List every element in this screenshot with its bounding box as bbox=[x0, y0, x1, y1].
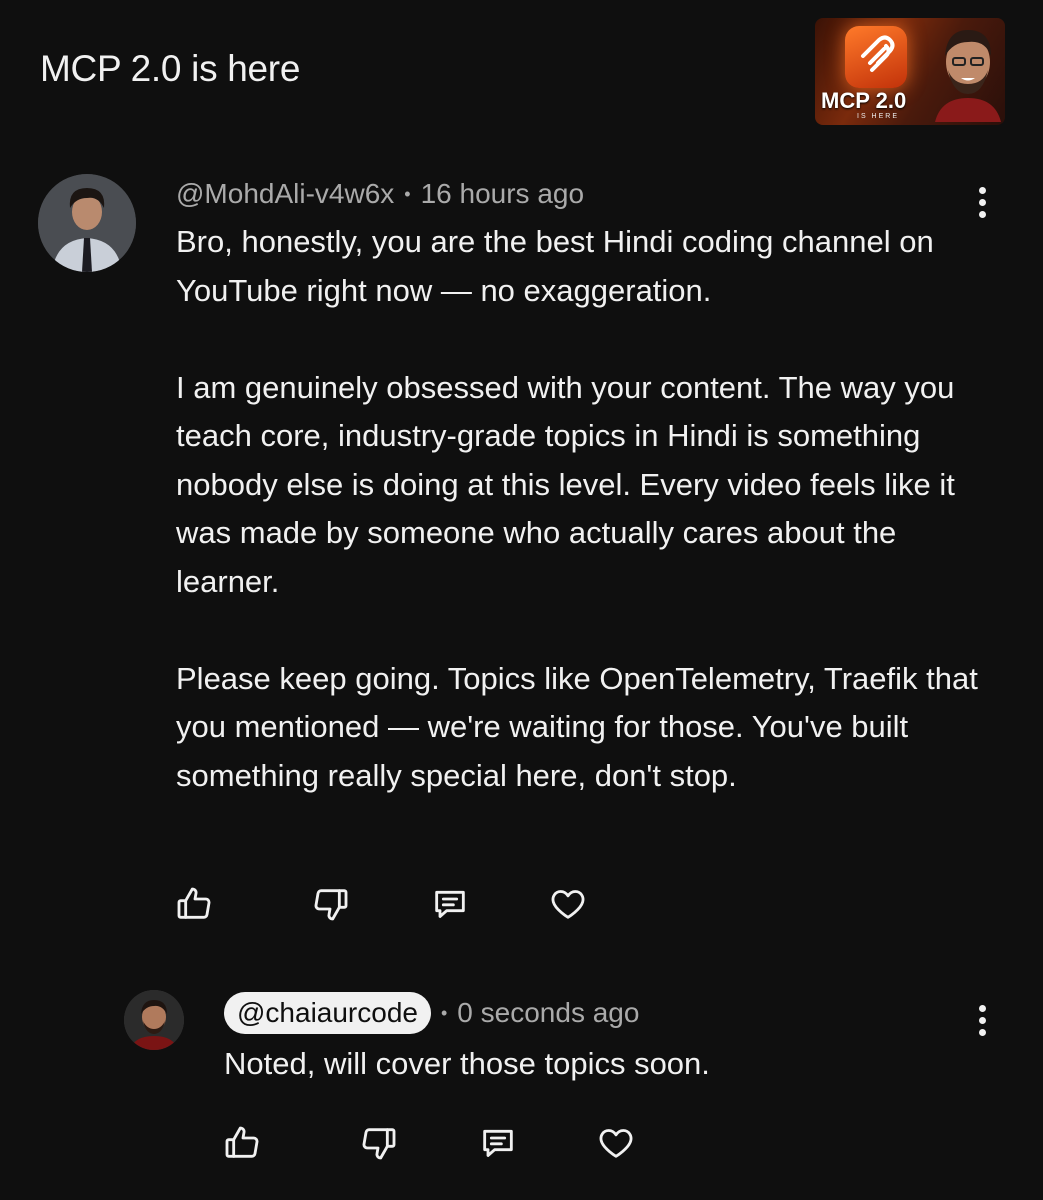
like-icon[interactable] bbox=[174, 884, 214, 924]
reply-icon[interactable] bbox=[478, 1123, 518, 1163]
meta-separator: • bbox=[440, 1002, 448, 1023]
reply-icon[interactable] bbox=[430, 884, 470, 924]
thumbnail-title: MCP 2.0 bbox=[821, 88, 907, 113]
thumbnail-subtitle: IS HERE bbox=[857, 113, 900, 120]
dislike-icon[interactable] bbox=[359, 1123, 399, 1163]
video-thumbnail[interactable]: MCP 2.0 IS HERE bbox=[815, 18, 1005, 125]
comment-paragraph: I am genuinely obsessed with your conten… bbox=[176, 369, 955, 599]
reply-avatar[interactable] bbox=[124, 990, 184, 1050]
comments-page: MCP 2.0 is here MCP 2.0 IS HERE @MohdAli… bbox=[0, 0, 1043, 1200]
creator-photo bbox=[933, 22, 1003, 122]
comment-time: 16 hours ago bbox=[420, 178, 585, 209]
commenter-avatar[interactable] bbox=[38, 174, 136, 272]
video-title[interactable]: MCP 2.0 is here bbox=[40, 48, 300, 90]
comment-paragraph: Bro, honestly, you are the best Hindi co… bbox=[176, 224, 934, 308]
comment-body: Bro, honestly, you are the best Hindi co… bbox=[176, 218, 996, 800]
like-icon[interactable] bbox=[222, 1123, 262, 1163]
heart-icon[interactable] bbox=[596, 1123, 636, 1163]
heart-icon[interactable] bbox=[548, 884, 588, 924]
reply-time: 0 seconds ago bbox=[457, 997, 640, 1028]
reply-menu-icon[interactable] bbox=[970, 1000, 994, 1040]
reply-meta: @chaiaurcode • 0 seconds ago bbox=[224, 992, 639, 1034]
comment-menu-icon[interactable] bbox=[970, 182, 994, 222]
reply-body: Noted, will cover those topics soon. bbox=[224, 1046, 710, 1081]
mcp-logo-icon bbox=[845, 26, 907, 88]
meta-separator: • bbox=[404, 183, 411, 204]
comment-meta: @MohdAli-v4w6x • 16 hours ago bbox=[176, 174, 584, 214]
creator-handle-badge[interactable]: @chaiaurcode bbox=[224, 992, 431, 1034]
comment-author[interactable]: @MohdAli-v4w6x bbox=[176, 178, 394, 210]
comment-paragraph: Please keep going. Topics like OpenTelem… bbox=[176, 660, 978, 793]
dislike-icon[interactable] bbox=[311, 884, 351, 924]
